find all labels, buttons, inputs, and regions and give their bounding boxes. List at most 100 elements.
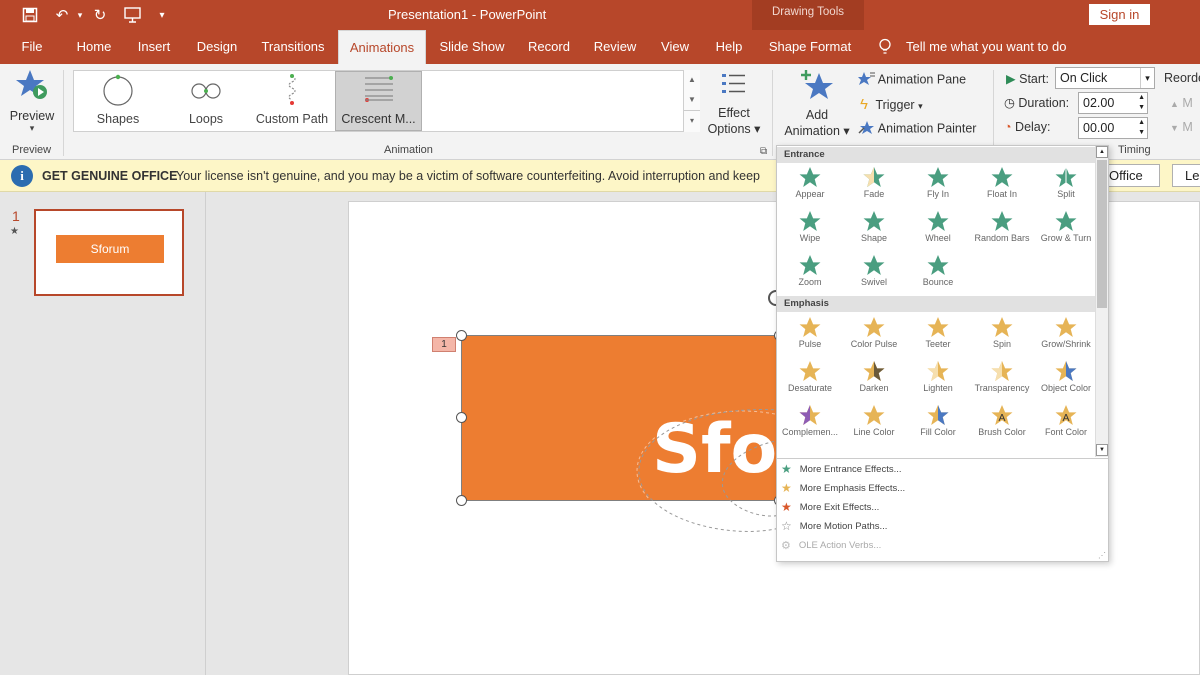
start-from-beginning-icon[interactable] <box>122 5 142 25</box>
preview-group-label: Preview <box>12 144 52 156</box>
tab-animations[interactable]: Animations <box>338 30 426 64</box>
title-bar: ↶ ▾ ↻ ▾ Presentation1 - PowerPoint Sign … <box>0 0 1200 30</box>
effect-brush-color[interactable]: A Brush Color <box>970 404 1034 448</box>
scroll-thumb[interactable] <box>1097 160 1107 308</box>
effect-pulse[interactable]: Pulse <box>778 316 842 360</box>
gallery-down-icon[interactable]: ▼ <box>684 90 700 110</box>
effect-grow-shrink[interactable]: Grow/Shrink <box>1034 316 1098 360</box>
effect-fly-in[interactable]: Fly In <box>906 166 970 210</box>
delay-spinner-icon[interactable]: ▲ ▼ <box>1138 118 1145 138</box>
more-motion-paths[interactable]: ☆ More Motion Paths... <box>781 517 887 535</box>
tab-help[interactable]: Help <box>708 30 750 64</box>
tab-insert[interactable]: Insert <box>130 30 178 64</box>
effect-grow-turn[interactable]: Grow & Turn <box>1034 210 1098 254</box>
resize-handle[interactable] <box>456 495 467 506</box>
tab-file[interactable]: File <box>12 30 52 64</box>
tab-view[interactable]: View <box>654 30 696 64</box>
gallery-shapes[interactable]: Shapes <box>80 72 156 130</box>
add-animation-button[interactable]: Add Animation ▾ <box>780 68 854 142</box>
gallery-crescent-moon[interactable]: Crescent M... <box>335 71 422 131</box>
resize-handle[interactable] <box>456 412 467 423</box>
gallery-scroll[interactable]: ▲ ▼ ▾ <box>683 70 700 132</box>
tab-shape-format[interactable]: Shape Format <box>762 30 858 64</box>
gallery-up-icon[interactable]: ▲ <box>684 70 700 90</box>
effect-star-icon <box>991 211 1013 231</box>
effect-complemen[interactable]: Complemen... <box>778 404 842 448</box>
custom-path-icon <box>288 74 296 105</box>
effect-darken[interactable]: Darken <box>842 360 906 404</box>
effect-random-bars[interactable]: Random Bars <box>970 210 1034 254</box>
delay-input[interactable]: 00.00 ▲ ▼ <box>1078 117 1148 139</box>
effect-options-button[interactable]: Effect Options ▾ <box>704 72 764 142</box>
delay-label: ◔ Delay: <box>1004 120 1051 134</box>
effect-bounce[interactable]: Bounce <box>906 254 970 298</box>
sign-in-button[interactable]: Sign in <box>1089 4 1150 25</box>
trigger-button[interactable]: ϟ Trigger ▾ <box>860 96 923 113</box>
effect-label: Pulse <box>798 339 822 349</box>
effect-split[interactable]: Split <box>1034 166 1098 210</box>
more-entrance-effects[interactable]: ★ More Entrance Effects... <box>781 460 902 478</box>
effect-swivel[interactable]: Swivel <box>842 254 906 298</box>
effect-lighten[interactable]: Lighten <box>906 360 970 404</box>
save-icon[interactable] <box>20 5 40 25</box>
tab-review[interactable]: Review <box>588 30 642 64</box>
tab-design[interactable]: Design <box>188 30 246 64</box>
gallery-more-icon[interactable]: ▾ <box>684 110 700 130</box>
effect-zoom[interactable]: Zoom <box>778 254 842 298</box>
customize-qat-icon[interactable]: ▾ <box>152 5 172 25</box>
effect-teeter[interactable]: Teeter <box>906 316 970 360</box>
tab-slide-show[interactable]: Slide Show <box>434 30 510 64</box>
redo-icon[interactable]: ↻ <box>90 5 110 25</box>
effect-appear[interactable]: Appear <box>778 166 842 210</box>
effect-spin[interactable]: Spin <box>970 316 1034 360</box>
effect-desaturate[interactable]: Desaturate <box>778 360 842 404</box>
effect-fade[interactable]: Fade <box>842 166 906 210</box>
scroll-up-icon[interactable]: ▲ <box>1096 146 1108 158</box>
animation-pane-button[interactable]: Animation Pane <box>858 71 966 89</box>
loops-path-icon <box>191 83 221 99</box>
drawing-tools-label: Drawing Tools <box>771 6 844 18</box>
move-later-button[interactable]: ▼ M <box>1170 120 1193 134</box>
duration-input[interactable]: 02.00 ▲ ▼ <box>1078 92 1148 114</box>
effect-shape[interactable]: Shape <box>842 210 906 254</box>
tab-record[interactable]: Record <box>522 30 576 64</box>
effect-float-in[interactable]: Float In <box>970 166 1034 210</box>
animation-order-tag[interactable]: 1 <box>432 337 456 352</box>
move-earlier-button[interactable]: ▲ M <box>1170 96 1193 110</box>
scroll-down-icon[interactable]: ▼ <box>1096 444 1108 456</box>
resize-grip-icon[interactable]: ⋰ <box>1098 551 1106 560</box>
dialog-launcher-icon[interactable]: ⧉ <box>760 146 767 157</box>
effect-object-color[interactable]: Object Color <box>1034 360 1098 404</box>
add-animation-label-1: Add <box>805 108 829 122</box>
tab-transitions[interactable]: Transitions <box>256 30 330 64</box>
effect-line-color[interactable]: Line Color <box>842 404 906 448</box>
effect-color-pulse[interactable]: Color Pulse <box>842 316 906 360</box>
more-exit-effects[interactable]: ★ More Exit Effects... <box>781 498 879 516</box>
effect-transparency[interactable]: Transparency <box>970 360 1034 404</box>
effect-wheel[interactable]: Wheel <box>906 210 970 254</box>
effect-star-icon <box>799 167 821 187</box>
effect-options-label-1: Effect <box>718 106 750 120</box>
preview-button[interactable]: Preview ▾ <box>4 68 60 138</box>
effect-star-icon <box>1055 211 1077 231</box>
effect-label: Zoom <box>798 277 822 287</box>
tab-home[interactable]: Home <box>70 30 118 64</box>
gallery-custom-path[interactable]: Custom Path <box>252 72 332 130</box>
effect-font-color[interactable]: A Font Color <box>1034 404 1098 448</box>
animation-painter-button[interactable]: Animation Painter <box>858 120 976 138</box>
effect-fill-color[interactable]: Fill Color <box>906 404 970 448</box>
more-emphasis-effects[interactable]: ★ More Emphasis Effects... <box>781 479 905 497</box>
undo-dropdown-icon[interactable]: ▾ <box>70 5 90 25</box>
learn-more-button[interactable]: Lea <box>1172 164 1200 187</box>
preview-label: Preview <box>9 109 55 123</box>
duration-spinner-icon[interactable]: ▲ ▼ <box>1138 93 1145 113</box>
resize-handle[interactable] <box>456 330 467 341</box>
slide-thumbnail[interactable]: Sforum <box>34 209 184 296</box>
start-select[interactable]: On Click ▾ <box>1055 67 1155 89</box>
tell-me-search[interactable]: Tell me what you want to do <box>906 39 1066 54</box>
effect-wipe[interactable]: Wipe <box>778 210 842 254</box>
undo-icon[interactable]: ↶ <box>52 5 72 25</box>
dropdown-scrollbar[interactable]: ▲ ▼ <box>1095 146 1108 457</box>
gallery-loops[interactable]: Loops <box>168 72 244 130</box>
start-dropdown-icon[interactable]: ▾ <box>1140 68 1154 88</box>
